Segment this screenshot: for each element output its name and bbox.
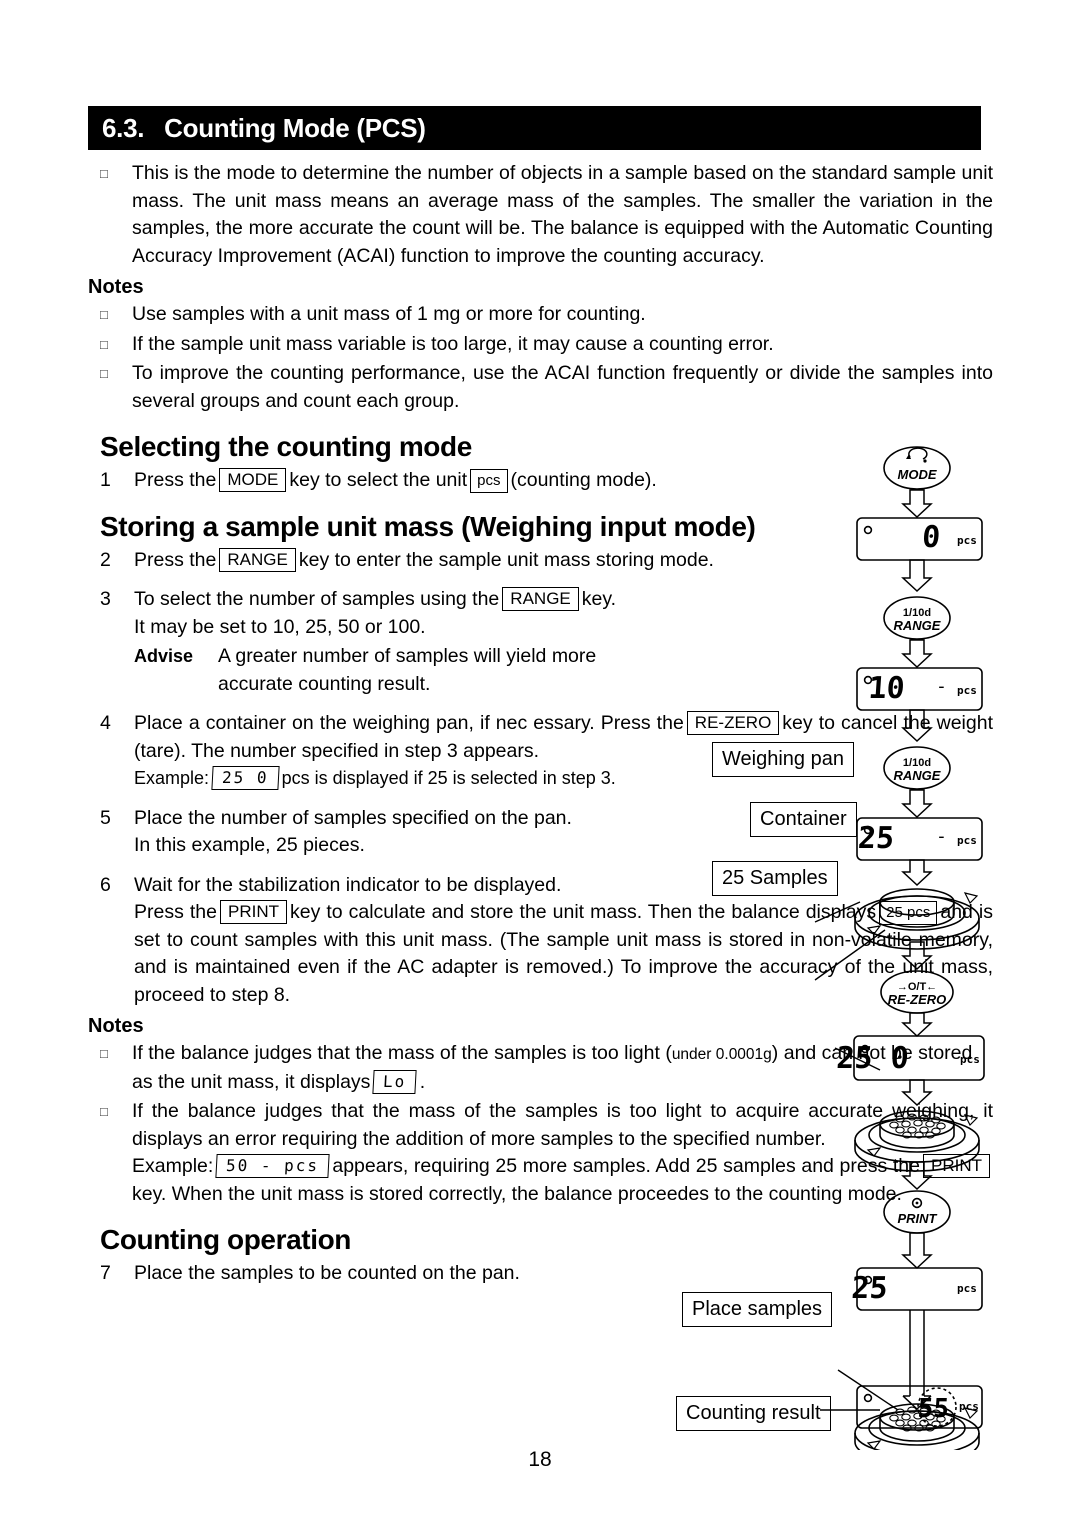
lcd-example-25-0: 25 0 [211, 766, 280, 790]
step-3-text-b: key. [581, 588, 617, 610]
section-number: 6.3. [102, 112, 145, 143]
callout-place-samples-label: Place samples [692, 1298, 823, 1320]
intro-bullet-row: □ This is the mode to determine the numb… [88, 160, 993, 270]
square-bullet-icon: □ [100, 336, 108, 352]
display-result-55-unit: pcs [959, 1400, 979, 1413]
step-1-number: 1 [100, 469, 111, 491]
step-3-text-a: To select the number of samples using th… [134, 588, 500, 610]
square-bullet-icon: □ [100, 1104, 108, 1119]
callout-weighing-pan-label: Weighing pan [722, 748, 844, 770]
step-6-text-a: Press the [134, 901, 217, 923]
intro-paragraph: This is the mode to determine the number… [132, 162, 993, 267]
callout-25-samples: 25 Samples [712, 861, 838, 896]
pcs-unit-box: pcs [470, 469, 508, 493]
range-key-box-2[interactable]: RANGE [502, 587, 579, 611]
callout-container: Container [750, 802, 857, 837]
step-1-text-c: (counting mode). [510, 469, 657, 491]
mode-key-box[interactable]: MODE [219, 468, 287, 492]
leader-counting-result [820, 1409, 880, 1411]
step-4-text-a: Place a container on the weighing pan, i… [134, 712, 684, 734]
callout-counting-result: Counting result [676, 1396, 831, 1431]
note2-example-label: Example: [132, 1155, 214, 1177]
advise-label: Advise [134, 646, 194, 666]
step-7-number: 7 [100, 1262, 111, 1284]
step-2-number: 2 [100, 548, 111, 571]
callout-25-samples-label: 25 Samples [722, 867, 828, 889]
note1-item-1: □ Use samples with a unit mass of 1 mg o… [88, 301, 993, 329]
page-title: Counting Mode (PCS) [164, 112, 426, 143]
step-4-example-label: Example: [134, 768, 210, 788]
step-2-text-a: Press the [134, 548, 217, 571]
step-4-number: 4 [100, 712, 111, 734]
step-5-number: 5 [100, 806, 111, 829]
square-bullet-icon: □ [100, 366, 108, 381]
square-bullet-icon: □ [100, 166, 108, 181]
step-6-number: 6 [100, 873, 111, 896]
lcd-example-50-pcs: 50 - pcs [215, 1154, 330, 1178]
note1-item-1-text: Use samples with a unit mass of 1 mg or … [132, 303, 646, 325]
square-bullet-icon: □ [100, 1046, 108, 1061]
document-page: 6.3. Counting Mode (PCS) □ This is the m… [0, 0, 1080, 1527]
step-2-text-b: key to enter the sample unit mass storin… [298, 548, 714, 571]
note1-item-2-text: If the sample unit mass variable is too … [132, 332, 774, 355]
print-key-box[interactable]: PRINT [219, 900, 287, 924]
display-result-55-value: 55 [917, 1394, 950, 1424]
section-header-bar: 6.3. Counting Mode (PCS) [88, 106, 981, 150]
range-key-box[interactable]: RANGE [219, 547, 296, 572]
callout-counting-result-label: Counting result [686, 1402, 821, 1424]
notes-heading-1: Notes [88, 276, 144, 298]
page-number: 18 [528, 1448, 552, 1471]
note1-item-3-text: To improve the counting performance, use… [132, 362, 993, 412]
square-bullet-icon: □ [100, 307, 108, 322]
step-4-example-tail: pcs is displayed if 25 is selected in st… [281, 768, 616, 788]
note1-item-2: □ If the sample unit mass variable is to… [88, 331, 993, 359]
step-3-number: 3 [100, 588, 111, 610]
step-1-text-b: key to select the unit [289, 469, 468, 491]
note2-item-1-a: If the balance judges that the mass of t… [132, 1042, 660, 1064]
callout-container-label: Container [760, 808, 847, 830]
callout-place-samples: Place samples [682, 1292, 833, 1327]
step-1-text-a: Press the [134, 469, 217, 491]
lcd-lo-box: Lo [372, 1069, 418, 1094]
note1-item-3: □ To improve the counting performance, u… [88, 360, 993, 415]
callout-weighing-pan: Weighing pan [712, 742, 854, 777]
note2-item-1-c: . [419, 1070, 426, 1093]
